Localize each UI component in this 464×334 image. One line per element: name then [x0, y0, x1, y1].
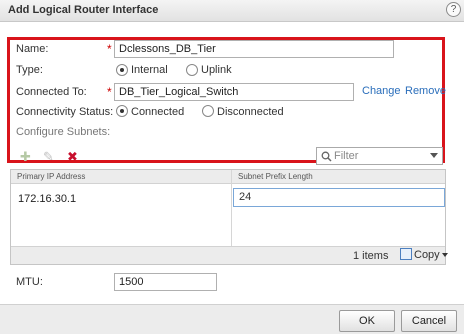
help-icon[interactable]: ?	[446, 2, 461, 17]
column-header-prefix-length[interactable]: Subnet Prefix Length	[238, 172, 313, 181]
connected-to-field[interactable]: DB_Tier_Logical_Switch	[114, 83, 354, 101]
required-mark: *	[107, 85, 112, 99]
add-icon[interactable]: ✚	[20, 150, 31, 163]
connected-label: Connected	[131, 106, 185, 118]
subnets-grid: Primary IP Address Subnet Prefix Length …	[10, 169, 448, 265]
chevron-down-icon[interactable]	[430, 153, 438, 158]
change-link[interactable]: Change	[362, 85, 401, 97]
copy-button[interactable]: Copy	[400, 248, 448, 263]
remove-link[interactable]: Remove	[405, 85, 446, 97]
configure-subnets-label: Configure Subnets:	[16, 126, 111, 138]
name-label: Name:	[16, 43, 49, 55]
ok-button[interactable]: OK	[339, 310, 395, 332]
type-uplink-radio[interactable]	[186, 64, 198, 76]
prefix-length-input[interactable]: 24	[233, 188, 445, 207]
disconnected-radio[interactable]	[202, 105, 214, 117]
edit-icon[interactable]: ✎	[43, 150, 54, 163]
type-internal-radio[interactable]	[116, 64, 128, 76]
filter-placeholder: Filter	[334, 150, 359, 162]
grid-header: Primary IP Address Subnet Prefix Length	[11, 170, 445, 184]
search-icon	[321, 151, 332, 162]
type-internal-label: Internal	[131, 64, 168, 76]
mtu-label: MTU:	[16, 276, 43, 288]
connected-to-label: Connected To:	[16, 86, 87, 98]
copy-label: Copy	[414, 249, 440, 261]
column-header-primary-ip[interactable]: Primary IP Address	[17, 172, 85, 181]
copy-icon	[400, 248, 412, 260]
primary-ip-cell[interactable]: 172.16.30.1	[18, 193, 76, 205]
connectivity-label: Connectivity Status:	[16, 106, 114, 118]
column-divider	[231, 170, 232, 246]
filter-input[interactable]: Filter	[316, 147, 443, 165]
dialog-titlebar: Add Logical Router Interface ?	[0, 0, 464, 22]
disconnected-label: Disconnected	[217, 106, 284, 118]
grid-footer: 1 items Copy	[11, 246, 448, 264]
delete-icon[interactable]: ✖	[67, 150, 78, 163]
connected-radio[interactable]	[116, 105, 128, 117]
required-mark: *	[107, 42, 112, 56]
cancel-button[interactable]: Cancel	[401, 310, 457, 332]
mtu-field[interactable]: 1500	[114, 273, 217, 291]
chevron-down-icon	[441, 253, 448, 257]
dialog-footer: OK Cancel	[0, 304, 464, 334]
name-field[interactable]: Dclessons_DB_Tier	[114, 40, 394, 58]
type-uplink-label: Uplink	[201, 64, 232, 76]
type-label: Type:	[16, 64, 43, 76]
items-count: 1 items	[353, 250, 389, 262]
dialog-title: Add Logical Router Interface	[8, 4, 159, 16]
